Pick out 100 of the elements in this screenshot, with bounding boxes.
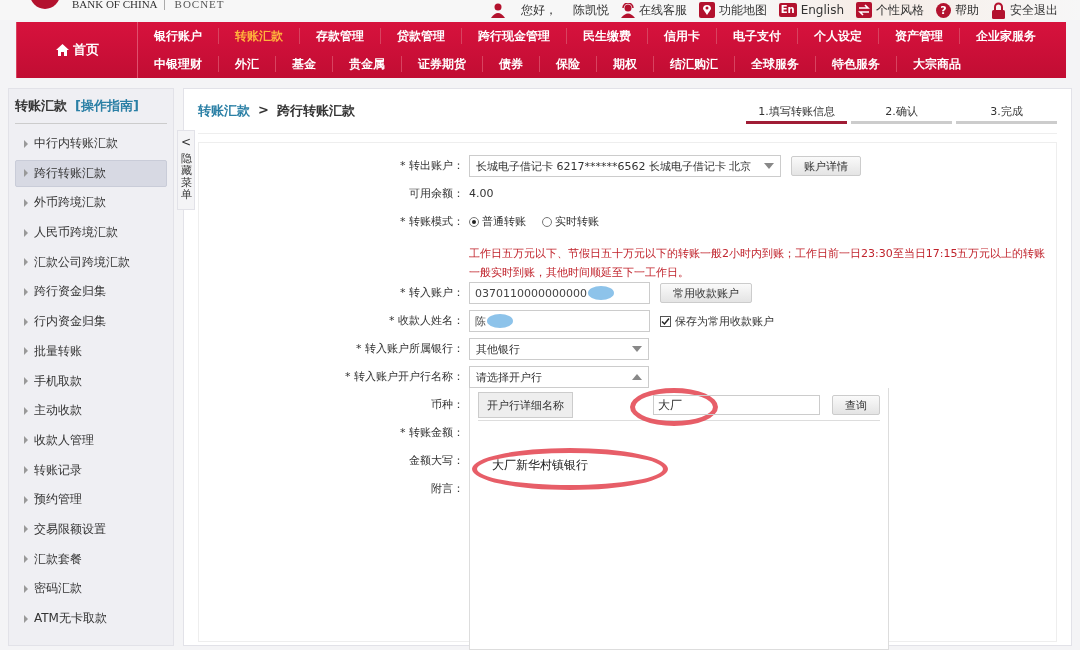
account-details-button[interactable]: 账户详情 bbox=[791, 156, 861, 176]
nav-item[interactable]: 基金 bbox=[275, 56, 332, 72]
user-icon bbox=[490, 2, 505, 18]
payee-list-button[interactable]: 常用收款账户 bbox=[660, 283, 752, 303]
nav-item[interactable]: 大宗商品 bbox=[896, 56, 977, 72]
headset-person-icon bbox=[620, 2, 635, 18]
nav-item[interactable]: 全球服务 bbox=[734, 56, 815, 72]
nav-item[interactable]: 电子支付 bbox=[716, 28, 797, 44]
nav-item[interactable]: 结汇购汇 bbox=[653, 56, 734, 72]
menu-item[interactable]: ATM无卡取款 bbox=[15, 605, 167, 632]
nav-item[interactable]: 资产管理 bbox=[878, 28, 959, 44]
header-link[interactable]: ? 帮助 bbox=[936, 1, 979, 19]
menu-item[interactable]: 密码汇款 bbox=[15, 575, 167, 603]
triangle-icon bbox=[24, 584, 28, 593]
nav-item[interactable]: 贷款管理 bbox=[380, 28, 461, 44]
triangle-icon bbox=[24, 347, 28, 356]
field-label: * 转入账户开户行名称： bbox=[344, 369, 465, 385]
triangle-icon bbox=[24, 228, 28, 237]
menu-item[interactable]: 交易限额设置 bbox=[15, 515, 167, 543]
bank-name-tab[interactable]: 开户行详细名称 bbox=[478, 392, 573, 418]
triangle-icon bbox=[24, 555, 28, 564]
nav-item[interactable]: 外汇 bbox=[218, 56, 275, 72]
help-icon: ? bbox=[936, 2, 951, 18]
nav-item[interactable]: 债券 bbox=[482, 56, 539, 72]
breadcrumb-current: 跨行转账汇款 bbox=[276, 102, 355, 120]
nav-item[interactable]: 中银理财 bbox=[138, 56, 218, 72]
triangle-icon bbox=[24, 198, 28, 207]
input-field[interactable]: 陈 bbox=[469, 310, 650, 332]
select-field[interactable]: 长城电子借记卡 6217******6562 长城电子借记卡 北京 bbox=[469, 155, 781, 177]
select-field[interactable]: 其他银行 bbox=[469, 338, 649, 360]
nav-item[interactable]: 跨行现金管理 bbox=[461, 28, 566, 44]
header-link[interactable]: 在线客服 bbox=[620, 1, 687, 19]
hide-menu-tab[interactable]: < 隐藏菜单 bbox=[177, 130, 195, 210]
field-label: * 转账金额： bbox=[399, 425, 465, 441]
menu-item[interactable]: 主动收款 bbox=[15, 397, 167, 425]
nav-item[interactable]: 证券期货 bbox=[401, 56, 482, 72]
query-button[interactable]: 查询 bbox=[832, 395, 880, 415]
bank-result-item[interactable]: 大厂新华村镇银行 bbox=[486, 455, 594, 476]
menu-item[interactable]: 外币跨境汇款 bbox=[15, 189, 167, 217]
nav-item[interactable]: 保险 bbox=[539, 56, 596, 72]
menu-item[interactable]: 转账记录 bbox=[15, 456, 167, 484]
nav-item[interactable]: 个人设定 bbox=[797, 28, 878, 44]
menu-item[interactable]: 汇款套餐 bbox=[15, 545, 167, 573]
field-label: 金额大写： bbox=[408, 453, 465, 469]
triangle-icon bbox=[24, 139, 28, 148]
triangle-icon bbox=[24, 258, 28, 267]
triangle-icon bbox=[24, 436, 28, 445]
header-link[interactable]: 个性风格 bbox=[856, 1, 924, 19]
nav-item[interactable]: 信用卡 bbox=[647, 28, 716, 44]
header-link[interactable]: 安全退出 bbox=[991, 1, 1058, 19]
nav-item[interactable]: 存款管理 bbox=[299, 28, 380, 44]
field-label: * 转入账户所属银行： bbox=[355, 341, 465, 357]
menu-item[interactable]: 跨行资金归集 bbox=[15, 278, 167, 306]
radio-option[interactable]: 实时转账 bbox=[542, 211, 599, 233]
triangle-icon bbox=[24, 287, 28, 296]
triangle-icon bbox=[24, 317, 28, 326]
input-field[interactable]: 0370110000000000 bbox=[469, 282, 650, 304]
menu-item[interactable]: 中行内转账汇款 bbox=[15, 130, 167, 157]
map-pin-icon bbox=[698, 2, 715, 18]
bank-search-field[interactable]: 大厂 bbox=[653, 395, 820, 415]
home-link[interactable]: 首页 bbox=[16, 22, 138, 78]
triangle-icon bbox=[24, 614, 28, 623]
caret-icon bbox=[764, 163, 774, 169]
nav-item[interactable]: 企业家服务 bbox=[959, 28, 1052, 44]
field-label: 可用余额： bbox=[408, 186, 465, 202]
field-label: * 转账模式： bbox=[399, 214, 465, 230]
field-label: * 收款人姓名： bbox=[388, 313, 465, 329]
triangle-icon bbox=[24, 377, 28, 385]
field-label: * 转出账户： bbox=[399, 158, 465, 174]
nav-item[interactable]: 民生缴费 bbox=[566, 28, 647, 44]
breadcrumb-separator: > bbox=[258, 102, 269, 119]
menu-item[interactable]: 跨行转账汇款 bbox=[15, 159, 167, 187]
field-label: * 转入账户： bbox=[399, 285, 465, 301]
menu-item[interactable]: 人民币跨境汇款 bbox=[15, 219, 167, 247]
save-payee-checkbox[interactable]: 保存为常用收款账户 bbox=[660, 313, 774, 329]
menu-item[interactable]: 批量转账 bbox=[15, 337, 167, 365]
menu-item[interactable]: 预约管理 bbox=[15, 486, 167, 514]
triangle-icon bbox=[24, 406, 28, 415]
nav-item[interactable]: 贵金属 bbox=[332, 56, 401, 72]
header-link[interactable]: En English bbox=[778, 3, 844, 17]
nav-item[interactable]: 期权 bbox=[596, 56, 653, 72]
field-label: 币种： bbox=[430, 397, 465, 413]
menu-item[interactable]: 手机取款 bbox=[15, 367, 167, 395]
menu-title: 转账汇款 bbox=[15, 97, 67, 115]
guide-link[interactable]: [操作指南] bbox=[75, 97, 139, 115]
logo-text: BANK OF CHINA bbox=[72, 0, 158, 10]
user-name: 陈凯悦 bbox=[572, 1, 609, 19]
nav-item[interactable]: 银行账户 bbox=[138, 28, 218, 44]
triangle-icon bbox=[24, 495, 28, 504]
menu-item[interactable]: 收款人管理 bbox=[15, 426, 167, 454]
select-field[interactable]: 请选择开户行 bbox=[469, 366, 649, 388]
nav-item[interactable]: 特色服务 bbox=[815, 56, 896, 72]
balance-value: 4.00 bbox=[469, 186, 494, 202]
warning-note: 工作日五万元以下、节假日五十万元以下的转账一般2小时内到账；工作日前一日23:30至当日17:15五万元以上的转账一般实时到账，其他时间顺延至下一工作日。 bbox=[469, 246, 1047, 281]
menu-item[interactable]: 汇款公司跨境汇款 bbox=[15, 248, 167, 276]
triangle-icon bbox=[24, 169, 28, 178]
header-link[interactable]: 功能地图 bbox=[698, 1, 767, 19]
radio-option[interactable]: 普通转账 bbox=[469, 211, 526, 233]
menu-item[interactable]: 行内资金归集 bbox=[15, 308, 167, 336]
breadcrumb-link[interactable]: 转账汇款 bbox=[198, 102, 250, 120]
